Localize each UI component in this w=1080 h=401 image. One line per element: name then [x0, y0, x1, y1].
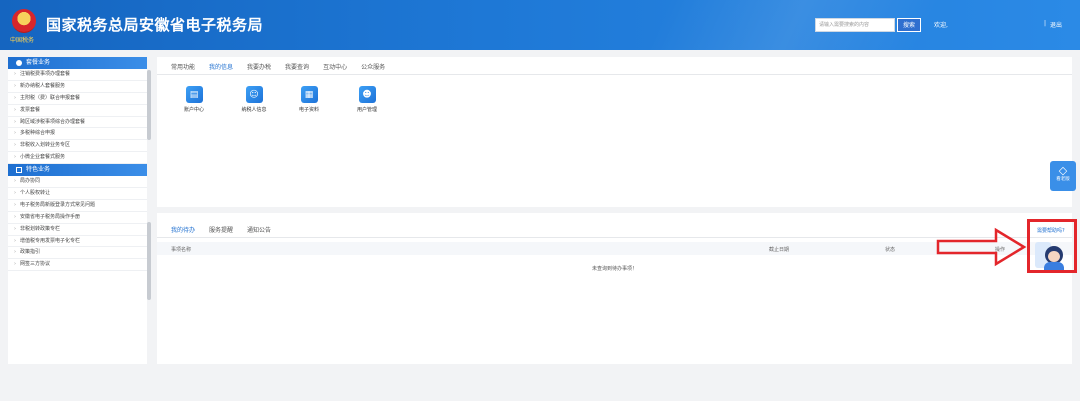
- sidebar-section-label: 特色业务: [26, 166, 51, 174]
- sidebar-item[interactable]: 安徽省电子税务局操作手册: [8, 212, 147, 224]
- function-account-center[interactable]: ▤ 账户中心: [174, 86, 214, 113]
- sidebar-item[interactable]: 注销税费事项办理套餐: [8, 69, 147, 81]
- highlight-box: [1027, 219, 1077, 273]
- sidebar-item[interactable]: 非税划转政策专栏: [8, 224, 147, 236]
- emblem-caption: 中国税务: [10, 37, 35, 44]
- sidebar-item[interactable]: 增值税专用发票电子化专栏: [8, 236, 147, 248]
- sidebar-item[interactable]: 主附税（费）联合申报套餐: [8, 93, 147, 105]
- sidebar-item[interactable]: 发票套餐: [8, 105, 147, 117]
- function-label: 电子资料: [298, 107, 319, 113]
- taxpayer-icon: ☺: [245, 86, 263, 103]
- sidebar-item[interactable]: 电子税务局新版登录方式常见问题: [8, 200, 147, 212]
- site-title[interactable]: 国家税务总局安徽省电子税务局: [46, 14, 263, 35]
- tax-emblem-icon: [12, 9, 36, 33]
- sidebar-item[interactable]: 跨区域涉税事项综合办理套餐: [8, 117, 147, 129]
- account-icon: ▤: [185, 86, 203, 103]
- function-taxpayer-info[interactable]: ☺ 纳税人信息: [234, 86, 274, 113]
- header-separator: |: [1044, 20, 1047, 27]
- old-version-button[interactable]: ◇ 看老版: [1050, 161, 1076, 191]
- sidebar-item[interactable]: 小微企业套餐式服务: [8, 152, 147, 165]
- old-version-label: 看老版: [1056, 177, 1070, 182]
- tab-divider: [157, 74, 1072, 75]
- logout-link[interactable]: 退出: [1050, 20, 1062, 29]
- column-deadline: 截止日期: [769, 247, 790, 253]
- tab-divider: [157, 237, 1072, 238]
- column-status: 状态: [885, 247, 896, 253]
- document-icon: ▦: [300, 86, 318, 103]
- user-manage-icon: ☻: [358, 86, 376, 103]
- special-icon: [16, 167, 22, 174]
- sidebar-scrollbar[interactable]: [147, 222, 151, 300]
- function-e-documents[interactable]: ▦ 电子资料: [289, 86, 329, 113]
- sidebar-item[interactable]: 局办协同: [8, 176, 147, 189]
- function-label: 账户中心: [183, 107, 204, 113]
- welcome-text: 欢迎,: [934, 22, 948, 29]
- sidebar-item[interactable]: 政策指引: [8, 247, 147, 260]
- sidebar-section-label: 套餐业务: [26, 59, 51, 66]
- sidebar-item[interactable]: 非税收入划转业务专区: [8, 140, 147, 153]
- sidebar-item[interactable]: 个人股权转让: [8, 188, 147, 200]
- sidebar-item[interactable]: 新办纳税人套餐服务: [8, 81, 147, 93]
- sidebar-item[interactable]: 网签三方协议: [8, 259, 147, 272]
- sidebar-section-special[interactable]: 特色业务: [8, 164, 147, 177]
- top-header: 中国税务 国家税务总局安徽省电子税务局 请输入需要搜索的内容 搜索 欢迎, | …: [0, 0, 1080, 50]
- sidebar-section-package[interactable]: 套餐业务: [8, 57, 147, 69]
- tag-icon: ◇: [1058, 164, 1068, 177]
- todo-panel: 我的待办 服务提醒 通知公告 需要帮助吗? 事项名称 截止日期 状态 操作 未查…: [157, 213, 1072, 364]
- search-button[interactable]: 搜索: [897, 18, 921, 32]
- search-input[interactable]: 请输入需要搜索的内容: [815, 18, 895, 32]
- function-label: 用户管理: [356, 107, 377, 113]
- empty-message: 未查询到待办事项！: [591, 266, 637, 272]
- todo-table-header: 事项名称 截止日期 状态 操作: [157, 242, 1072, 255]
- annotation-arrow-icon: [936, 227, 1027, 267]
- function-label: 纳税人信息: [241, 107, 267, 113]
- sidebar-scrollbar[interactable]: [147, 70, 151, 140]
- function-user-management[interactable]: ☻ 用户管理: [347, 86, 387, 113]
- function-panel: 常用功能 我的信息 我要办税 我要查询 互动中心 公众服务 ▤ 账户中心 ☺ 纳…: [157, 57, 1072, 207]
- package-icon: [16, 60, 22, 66]
- sidebar-item[interactable]: 多税种综合申报: [8, 128, 147, 141]
- column-item-name: 事项名称: [171, 247, 192, 253]
- sidebar: 套餐业务 注销税费事项办理套餐 新办纳税人套餐服务 主附税（费）联合申报套餐 发…: [8, 57, 147, 364]
